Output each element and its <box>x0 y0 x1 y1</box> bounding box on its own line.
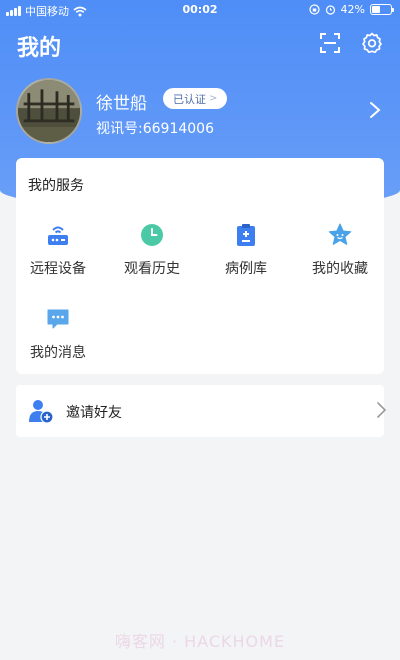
add-user-icon <box>29 400 54 424</box>
username: 徐世船 <box>96 94 147 114</box>
avatar[interactable] <box>16 78 82 144</box>
invite-friends-label: 邀请好友 <box>66 405 122 421</box>
chevron-right-icon <box>377 402 387 418</box>
service-label: 我的收藏 <box>312 261 368 277</box>
rotation-lock-icon <box>308 4 320 15</box>
services-card: 我的服务 远程设备 观看历史 病例库 我的收藏 我的消息 <box>16 158 384 374</box>
alarm-icon <box>325 5 335 15</box>
profile-chevron-right-icon[interactable] <box>369 101 381 119</box>
star-icon <box>328 223 352 245</box>
clock-icon <box>141 224 163 246</box>
settings-icon[interactable] <box>361 32 383 54</box>
service-label: 远程设备 <box>30 261 86 277</box>
chevron-right-icon: > <box>209 93 218 104</box>
remote-device-icon <box>48 226 68 245</box>
watermark: 嗨客网 · HACKHOME <box>114 632 286 651</box>
verified-badge-label: 已认证 <box>173 92 206 106</box>
service-messages[interactable]: 我的消息 <box>16 306 100 362</box>
verified-badge[interactable]: 已认证 > <box>163 88 228 109</box>
message-icon <box>47 309 69 329</box>
user-id: 视讯号:66914006 <box>96 121 214 137</box>
service-label: 病例库 <box>225 261 267 277</box>
scan-icon[interactable] <box>319 32 341 54</box>
services-title: 我的服务 <box>28 178 84 194</box>
battery-icon <box>370 4 394 15</box>
service-remote-device[interactable]: 远程设备 <box>16 222 100 278</box>
invite-friends-row[interactable]: 邀请好友 <box>16 385 387 437</box>
service-case-library[interactable]: 病例库 <box>204 222 288 278</box>
service-label: 我的消息 <box>30 345 86 361</box>
service-favorites[interactable]: 我的收藏 <box>298 222 382 278</box>
page-title: 我的 <box>17 36 62 61</box>
battery-percent: 42% <box>340 3 365 16</box>
service-label: 观看历史 <box>124 261 180 277</box>
service-watch-history[interactable]: 观看历史 <box>110 222 194 278</box>
clipboard-icon <box>237 224 255 246</box>
status-bar: 中国移动 00:02 42% <box>0 0 400 22</box>
